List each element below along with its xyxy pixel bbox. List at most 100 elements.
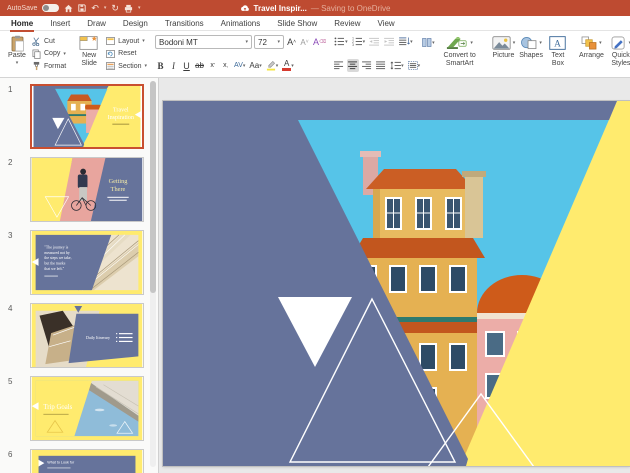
slide-thumbnail-2[interactable]: Getting There bbox=[30, 157, 144, 222]
arrange-icon bbox=[581, 36, 597, 50]
change-case-button[interactable]: Aa▾ bbox=[248, 59, 262, 72]
tab-insert[interactable]: Insert bbox=[49, 17, 71, 30]
strikethrough-icon: ab bbox=[195, 61, 204, 70]
autosave-toggle[interactable] bbox=[42, 4, 59, 12]
thumbnail-scrollbar-thumb[interactable] bbox=[150, 81, 156, 293]
arrange-button[interactable]: ▾ Arrange bbox=[577, 33, 606, 74]
slide-number: 2 bbox=[0, 157, 30, 222]
font-size-value: 72 bbox=[258, 38, 267, 47]
undo-caret-icon[interactable]: ▾ bbox=[104, 5, 107, 11]
thumb6-title: What to Look for bbox=[47, 461, 75, 465]
section-button[interactable]: Section ▾ bbox=[104, 60, 149, 72]
shrink-font-button[interactable]: A˅ bbox=[299, 36, 310, 49]
paragraph-group: ▾ 123 ▾ ▾ bbox=[333, 33, 421, 74]
columns-button[interactable]: ▾ bbox=[421, 36, 436, 49]
line-spacing-icon bbox=[390, 61, 401, 70]
slide-thumbnail-4[interactable]: Daily Itinerary bbox=[30, 303, 144, 368]
font-size-combo[interactable]: 72 ▾ bbox=[254, 35, 284, 49]
paste-caret-icon: ▾ bbox=[16, 60, 19, 66]
quick-styles-button[interactable]: ▾ Quick Styles bbox=[606, 33, 630, 74]
align-center-button[interactable] bbox=[347, 59, 359, 72]
italic-button[interactable]: I bbox=[168, 59, 179, 72]
text-box-button[interactable]: A Text Box bbox=[545, 33, 571, 74]
align-right-button[interactable] bbox=[361, 59, 373, 72]
tab-design[interactable]: Design bbox=[122, 17, 149, 30]
slide-thumbnail-3[interactable]: "The journey is measured not by the step… bbox=[30, 230, 144, 295]
numbering-button[interactable]: 123 ▾ bbox=[351, 35, 367, 48]
undo-icon[interactable]: ↶ bbox=[91, 4, 99, 13]
bullets-icon bbox=[334, 37, 345, 46]
columns-caret-icon: ▾ bbox=[432, 40, 435, 46]
text-highlight-button[interactable]: ▾ bbox=[265, 59, 280, 72]
slide-thumbnail-5[interactable]: Trip Goals bbox=[30, 376, 144, 441]
new-slide-button[interactable]: New Slide bbox=[74, 33, 104, 74]
thumbnail-scrollbar[interactable] bbox=[150, 81, 156, 467]
picture-button[interactable]: ▾ Picture bbox=[490, 33, 518, 74]
clear-formatting-button[interactable]: A⌫ bbox=[312, 36, 327, 49]
strikethrough-button[interactable]: ab bbox=[194, 59, 205, 72]
text-direction-button[interactable]: ▾ bbox=[398, 35, 414, 48]
numbering-caret-icon: ▾ bbox=[363, 39, 366, 45]
paste-button[interactable]: Paste ▾ bbox=[4, 33, 30, 74]
increase-indent-button[interactable] bbox=[383, 35, 396, 48]
quick-styles-icon bbox=[611, 36, 627, 50]
slide-thumbnail-1[interactable]: Travel Inspiration bbox=[30, 84, 144, 149]
tab-home[interactable]: Home bbox=[10, 17, 34, 30]
text-box-icon: A bbox=[549, 36, 566, 50]
toolbar-options-caret-icon[interactable]: ▾ bbox=[138, 5, 141, 11]
thumb1-title-line2: Inspiration bbox=[108, 115, 134, 121]
font-color-button[interactable]: A ▾ bbox=[281, 59, 295, 72]
bold-button[interactable]: B bbox=[155, 59, 166, 72]
copy-caret-icon: ▾ bbox=[63, 51, 66, 57]
align-text-button[interactable]: ▾ bbox=[407, 59, 422, 72]
font-name-combo[interactable]: Bodoni MT ▾ bbox=[155, 35, 252, 49]
change-case-icon: Aa bbox=[249, 61, 259, 70]
tab-review[interactable]: Review bbox=[333, 17, 361, 30]
picture-label: Picture bbox=[493, 52, 515, 60]
tab-draw[interactable]: Draw bbox=[86, 17, 107, 30]
tab-animations[interactable]: Animations bbox=[220, 17, 262, 30]
layout-icon bbox=[106, 37, 115, 45]
tab-transitions[interactable]: Transitions bbox=[164, 17, 205, 30]
align-left-button[interactable] bbox=[333, 59, 345, 72]
align-text-icon bbox=[408, 61, 418, 70]
scissors-icon bbox=[32, 37, 41, 46]
superscript-button[interactable]: x' bbox=[207, 59, 218, 72]
decrease-indent-icon bbox=[369, 37, 380, 46]
line-spacing-button[interactable]: ▾ bbox=[389, 59, 405, 72]
underline-button[interactable]: U bbox=[181, 59, 192, 72]
cut-button[interactable]: Cut bbox=[30, 35, 68, 47]
slide-3-preview: "The journey is measured not by the step… bbox=[31, 231, 143, 294]
align-center-icon bbox=[348, 61, 358, 70]
print-icon[interactable] bbox=[124, 4, 133, 13]
highlight-caret-icon: ▾ bbox=[276, 63, 279, 69]
slide-thumbnail-6[interactable]: What to Look for bbox=[30, 449, 144, 473]
drawing-group: ▾ Arrange ▾ Quick Styles Shape Fill Sha bbox=[577, 33, 630, 74]
subscript-button[interactable]: x, bbox=[220, 59, 231, 72]
shapes-button[interactable]: ▾ Shapes bbox=[517, 33, 545, 74]
convert-smartart-button[interactable]: ▾ Convert to SmartArt bbox=[436, 33, 484, 69]
justify-button[interactable] bbox=[375, 59, 387, 72]
layout-button[interactable]: Layout ▾ bbox=[104, 35, 149, 47]
slide-number: 4 bbox=[0, 303, 30, 368]
smartart-icon bbox=[446, 36, 468, 50]
slide-number: 6 bbox=[0, 449, 30, 473]
italic-icon: I bbox=[172, 61, 175, 71]
copy-button[interactable]: Copy ▾ bbox=[30, 48, 68, 60]
section-caret-icon: ▾ bbox=[145, 63, 148, 69]
slide-canvas[interactable] bbox=[163, 101, 630, 466]
section-icon bbox=[106, 62, 115, 70]
grow-font-button[interactable]: A˄ bbox=[286, 36, 297, 49]
decrease-indent-button[interactable] bbox=[368, 35, 381, 48]
redo-icon[interactable]: ↻ bbox=[111, 4, 119, 13]
save-icon[interactable] bbox=[78, 4, 86, 12]
reset-button[interactable]: Reset bbox=[104, 48, 149, 60]
slide-4-preview: Daily Itinerary bbox=[31, 304, 143, 367]
home-icon[interactable] bbox=[64, 4, 73, 13]
smartart-caret-icon: ▾ bbox=[470, 40, 473, 46]
tab-view[interactable]: View bbox=[377, 17, 396, 30]
character-spacing-button[interactable]: AV▾ bbox=[233, 59, 246, 72]
bullets-button[interactable]: ▾ bbox=[333, 35, 349, 48]
tab-slide-show[interactable]: Slide Show bbox=[276, 17, 318, 30]
format-painter-button[interactable]: Format bbox=[30, 60, 68, 72]
